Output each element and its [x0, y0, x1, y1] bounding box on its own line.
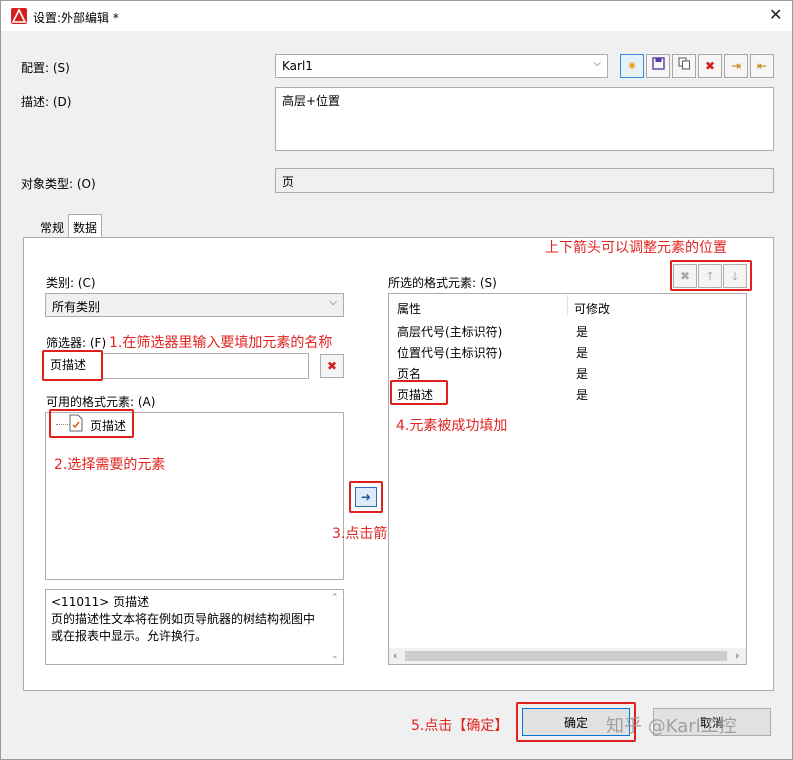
- chevron-down-icon: ⌵: [329, 297, 337, 308]
- copy-icon: [678, 57, 691, 73]
- object-type-field: 页: [275, 168, 774, 193]
- info-text: 页的描述性文本将在例如页导航器的树结构视图中或在报表中显示。允许换行。: [51, 612, 316, 643]
- import-icon: ⇥: [730, 59, 742, 73]
- arrow-up-icon: 🡑: [706, 269, 714, 283]
- available-label: 可用的格式元素: (A): [46, 395, 156, 409]
- move-down-button[interactable]: 🡓: [723, 264, 747, 288]
- import-config-button[interactable]: ⇥: [724, 54, 748, 78]
- clear-icon: ✖: [326, 359, 338, 373]
- description-label: 描述: (D): [21, 95, 72, 109]
- title-bar: 设置:外部编辑 * ✕: [1, 1, 792, 31]
- annotation-step-2: 2.选择需要的元素: [54, 457, 166, 473]
- element-info-box: <11011> 页描述 页的描述性文本将在例如页导航器的树结构视图中或在报表中显…: [45, 589, 344, 665]
- filter-value: 页描述: [50, 358, 87, 372]
- delete-config-button[interactable]: ✖: [698, 54, 722, 78]
- chevron-left-icon[interactable]: ‹: [393, 649, 397, 662]
- arrow-right-icon: ➜: [360, 490, 372, 504]
- selected-row-editable: 是: [576, 325, 589, 339]
- export-icon: ⇤: [756, 59, 768, 73]
- category-value: 所有类别: [52, 300, 101, 314]
- settings-dialog: 设置:外部编辑 * ✕ 配置: (S) Karl1 ⌵ ✷ ✖ ⇥ ⇤ 描述: …: [0, 0, 793, 760]
- annotation-step-5: 5.点击【确定】: [411, 718, 509, 734]
- clear-filter-button[interactable]: ✖: [320, 354, 344, 378]
- info-code: <11011> 页描述: [51, 595, 150, 609]
- category-select[interactable]: 所有类别 ⌵: [45, 293, 344, 317]
- selected-row-name[interactable]: 页描述: [397, 388, 433, 402]
- chevron-up-icon[interactable]: ⌃: [331, 593, 339, 603]
- selected-row-editable: 是: [576, 367, 589, 381]
- save-config-button[interactable]: [646, 54, 670, 78]
- chevron-down-icon: ⌵: [593, 58, 601, 69]
- remove-element-button[interactable]: ✖: [673, 264, 697, 288]
- config-value: Karl1: [282, 59, 313, 73]
- move-up-button[interactable]: 🡑: [698, 264, 722, 288]
- filter-label: 筛选器: (F): [46, 336, 107, 350]
- save-icon: [651, 57, 665, 73]
- new-config-button[interactable]: ✷: [620, 54, 644, 78]
- window-title: 设置:外部编辑 *: [33, 11, 119, 25]
- add-arrow-highlight: ➜: [349, 481, 383, 513]
- column-divider: [567, 295, 568, 315]
- scrollbar-thumb[interactable]: [405, 651, 727, 661]
- arrow-down-icon: 🡓: [731, 269, 739, 283]
- config-label: 配置: (S): [21, 61, 70, 75]
- export-config-button[interactable]: ⇤: [750, 54, 774, 78]
- chevron-down-icon[interactable]: ⌄: [331, 651, 339, 661]
- filter-highlight: 页描述: [42, 350, 103, 381]
- close-icon[interactable]: ✕: [769, 5, 782, 24]
- delete-icon: ✖: [704, 59, 716, 73]
- selected-row-name[interactable]: 位置代号(主标识符): [397, 344, 502, 361]
- add-element-button[interactable]: ➜: [355, 487, 377, 507]
- app-icon: [11, 8, 27, 24]
- watermark: 知乎 @Karl工控: [606, 716, 737, 737]
- new-icon: ✷: [626, 59, 638, 73]
- annotation-step-4: 4.元素被成功填加: [396, 418, 508, 434]
- object-type-value: 页: [282, 175, 295, 189]
- page-doc-icon: [68, 414, 84, 435]
- description-value: 高层+位置: [282, 94, 341, 108]
- remove-icon: ✖: [679, 269, 691, 283]
- new-row-highlight: 页描述: [390, 380, 448, 405]
- column-header-editable[interactable]: 可修改: [574, 300, 610, 317]
- config-select[interactable]: Karl1 ⌵: [275, 54, 608, 78]
- selected-row-name[interactable]: 高层代号(主标识符): [397, 323, 502, 340]
- selected-row-editable: 是: [576, 346, 589, 360]
- annotation-step-6: 上下箭头可以调整元素的位置: [545, 240, 727, 256]
- selected-label: 所选的格式元素: (S): [388, 276, 497, 290]
- column-header-property[interactable]: 属性: [397, 300, 421, 317]
- selected-row-editable: 是: [576, 388, 589, 402]
- chevron-right-icon[interactable]: ›: [735, 649, 739, 662]
- object-type-label: 对象类型: (O): [21, 177, 96, 191]
- copy-config-button[interactable]: [672, 54, 696, 78]
- category-label: 类别: (C): [46, 276, 96, 290]
- horizontal-scrollbar[interactable]: ‹ ›: [389, 648, 746, 664]
- annotation-step-1: 1.在筛选器里输入要填加元素的名称: [109, 335, 333, 351]
- description-field[interactable]: 高层+位置: [275, 87, 774, 151]
- available-item[interactable]: 页描述: [90, 417, 126, 434]
